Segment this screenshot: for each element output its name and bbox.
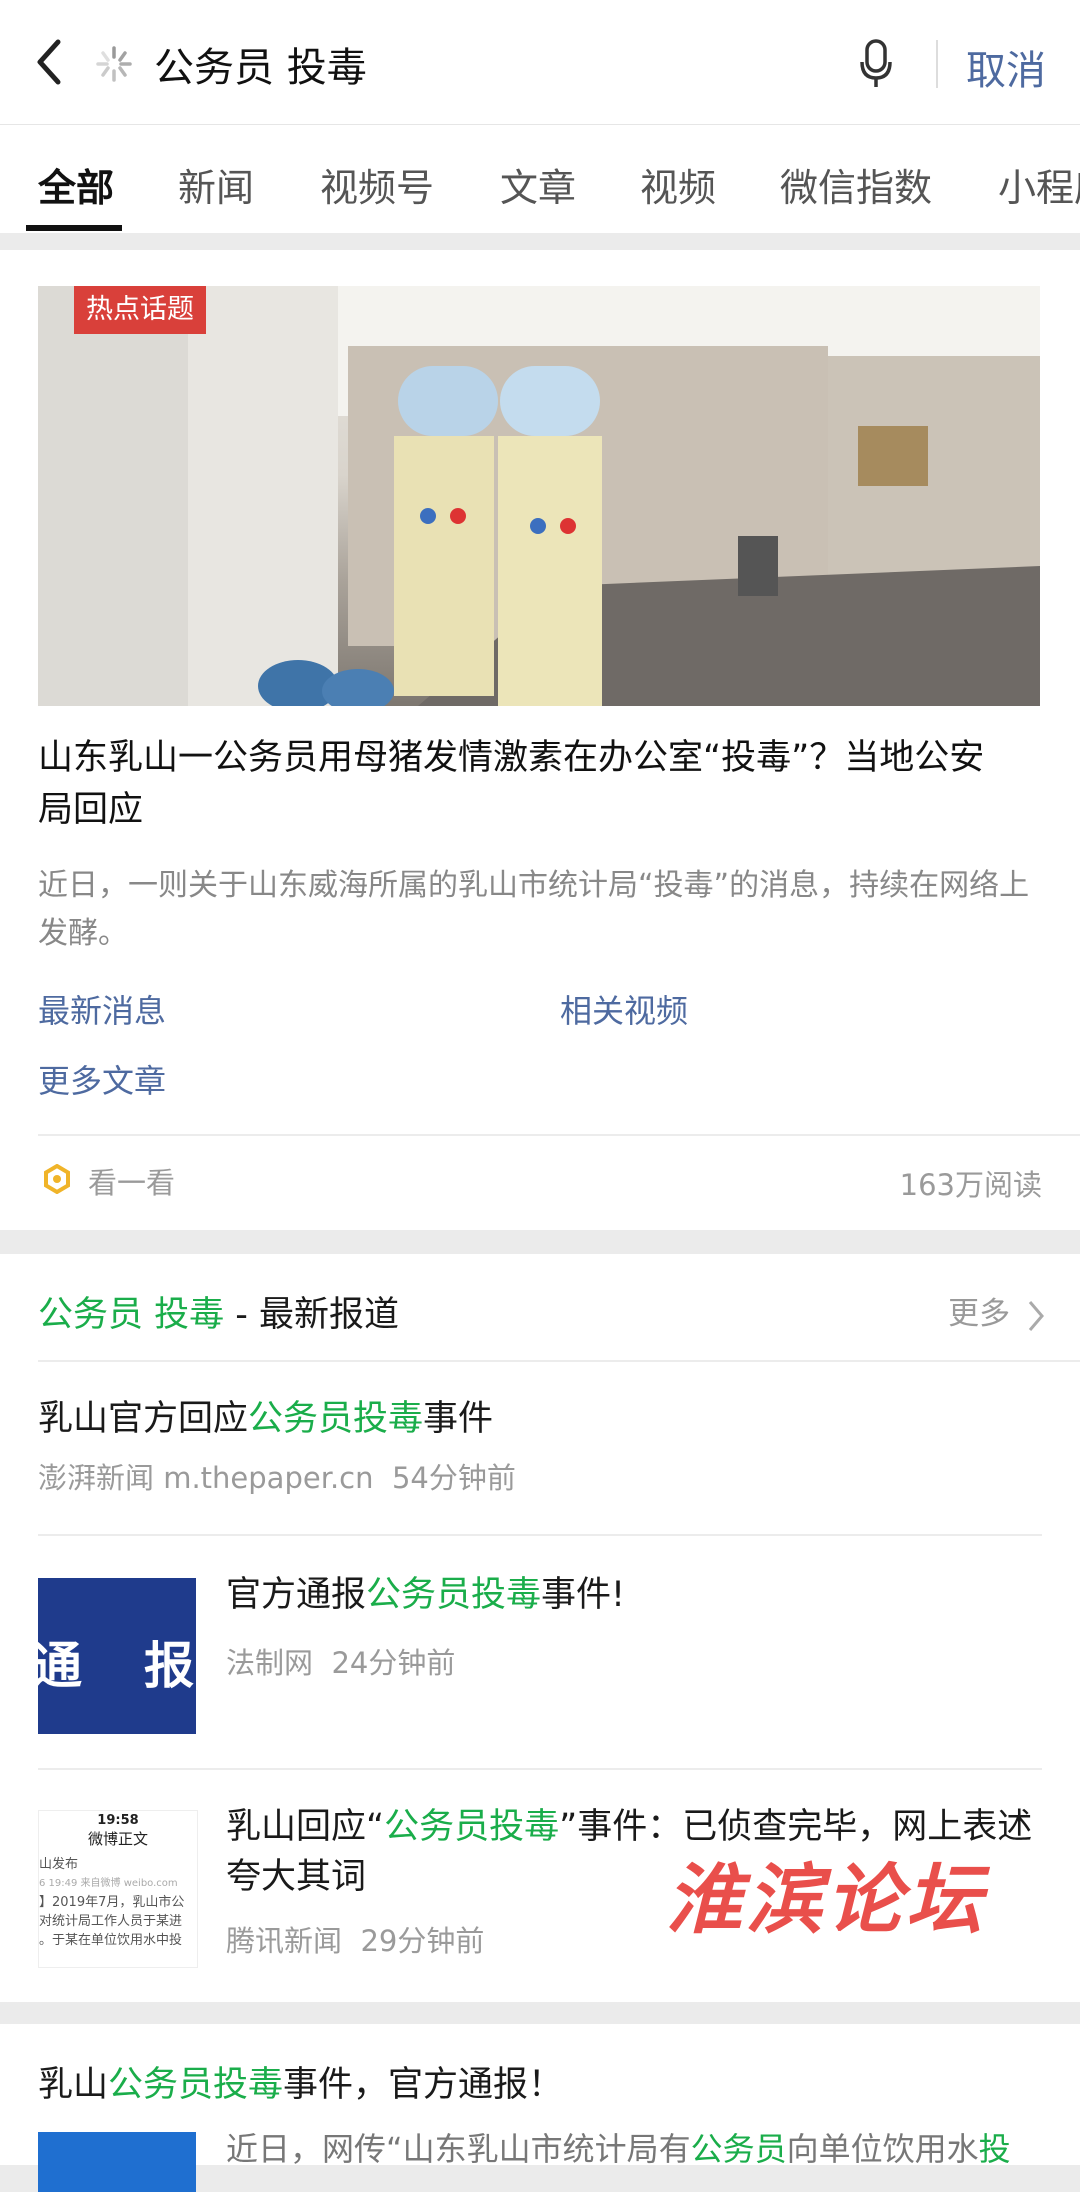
tab-videos[interactable]: 视频 <box>640 157 716 212</box>
more-button[interactable]: 更多 <box>948 1288 1046 1334</box>
news-item[interactable]: 官方通报公务员投毒事件! 法制网 24分钟前 <box>226 1570 1042 1682</box>
cancel-button[interactable]: 取消 <box>966 38 1046 96</box>
card-divider <box>38 1134 1080 1136</box>
hot-topic-badge: 热点话题 <box>74 286 206 334</box>
news-item-thumbnail: 19:58 微博正文 山发布 6 19:49 来自微博 weibo.com 】2… <box>38 1810 198 1968</box>
item-divider <box>38 1534 1042 1536</box>
back-icon[interactable] <box>30 38 70 86</box>
more-articles-link[interactable]: 更多文章 <box>38 1056 166 1102</box>
news-item-title: 乳山官方回应公务员投毒事件 <box>38 1399 494 1439</box>
article-snippet: 近日，网传“山东乳山市统计局有公务员向单位饮用水投 <box>226 2130 1011 2168</box>
hot-topic-title[interactable]: 山东乳山一公务员用母猪发情激素在办公室“投毒”？当地公安局回应 <box>38 732 1018 836</box>
more-label: 更多 <box>948 1296 1011 1332</box>
hot-topic-summary: 近日，一则关于山东威海所属的乳山市统计局“投毒”的消息，持续在网络上发酵。 <box>38 868 1030 951</box>
search-tabs: 全部 新闻 视频号 文章 视频 微信指数 小程序 <box>0 124 1080 233</box>
search-divider <box>936 40 938 88</box>
search-bar: 取消 <box>0 0 1080 124</box>
news-item-thumbnail: 通 报 <box>38 1578 196 1734</box>
news-item[interactable]: 乳山官方回应公务员投毒事件 澎湃新闻 m.thepaper.cn 54分钟前 <box>38 1390 1042 1495</box>
tab-wechat-index[interactable]: 微信指数 <box>780 157 932 212</box>
news-item-title: 官方通报公务员投毒事件! <box>226 1575 626 1615</box>
tab-all[interactable]: 全部 <box>38 157 114 212</box>
tab-active-indicator <box>26 225 122 231</box>
look-icon <box>42 1163 72 1195</box>
tab-articles[interactable]: 文章 <box>500 157 576 212</box>
article-card[interactable]: 乳山公务员投毒事件，官方通报！ 近日，网传“山东乳山市统计局有公务员向单位饮用水… <box>0 2024 1080 2192</box>
item-divider <box>38 1768 1042 1770</box>
related-videos-link[interactable]: 相关视频 <box>560 986 688 1032</box>
microphone-icon[interactable] <box>858 38 894 90</box>
watermark-text: 淮滨论坛 <box>666 1855 986 1944</box>
hot-topic-image: 热点话题 <box>38 286 1040 706</box>
tab-mini-programs[interactable]: 小程序 <box>998 157 1080 212</box>
tab-news[interactable]: 新闻 <box>178 157 254 212</box>
chevron-right-icon <box>1028 1300 1044 1331</box>
latest-news-link[interactable]: 最新消息 <box>38 986 166 1032</box>
section-heading: 公务员 投毒 - 最新报道 <box>38 1286 399 1337</box>
look-label[interactable]: 看一看 <box>88 1160 175 1202</box>
article-title: 乳山公务员投毒事件，官方通报！ <box>38 2065 564 2105</box>
section-keyword: 公务员 投毒 <box>38 1295 225 1335</box>
read-count: 163万阅读 <box>899 1168 1042 1202</box>
article-thumbnail <box>38 2132 196 2192</box>
news-item-meta: 法制网 24分钟前 <box>226 1646 456 1680</box>
section-divider <box>38 1360 1080 1362</box>
search-input[interactable] <box>154 36 814 92</box>
loading-icon <box>94 44 134 84</box>
section-heading-suffix: - 最新报道 <box>224 1295 400 1335</box>
news-item-meta: 澎湃新闻 m.thepaper.cn 54分钟前 <box>38 1461 516 1495</box>
tab-channels[interactable]: 视频号 <box>320 157 434 212</box>
hot-topic-card[interactable]: 热点话题 山东乳山一公务员用母猪发情激素在办公室“投毒”？当地公安局回应 近日，… <box>0 250 1080 1230</box>
